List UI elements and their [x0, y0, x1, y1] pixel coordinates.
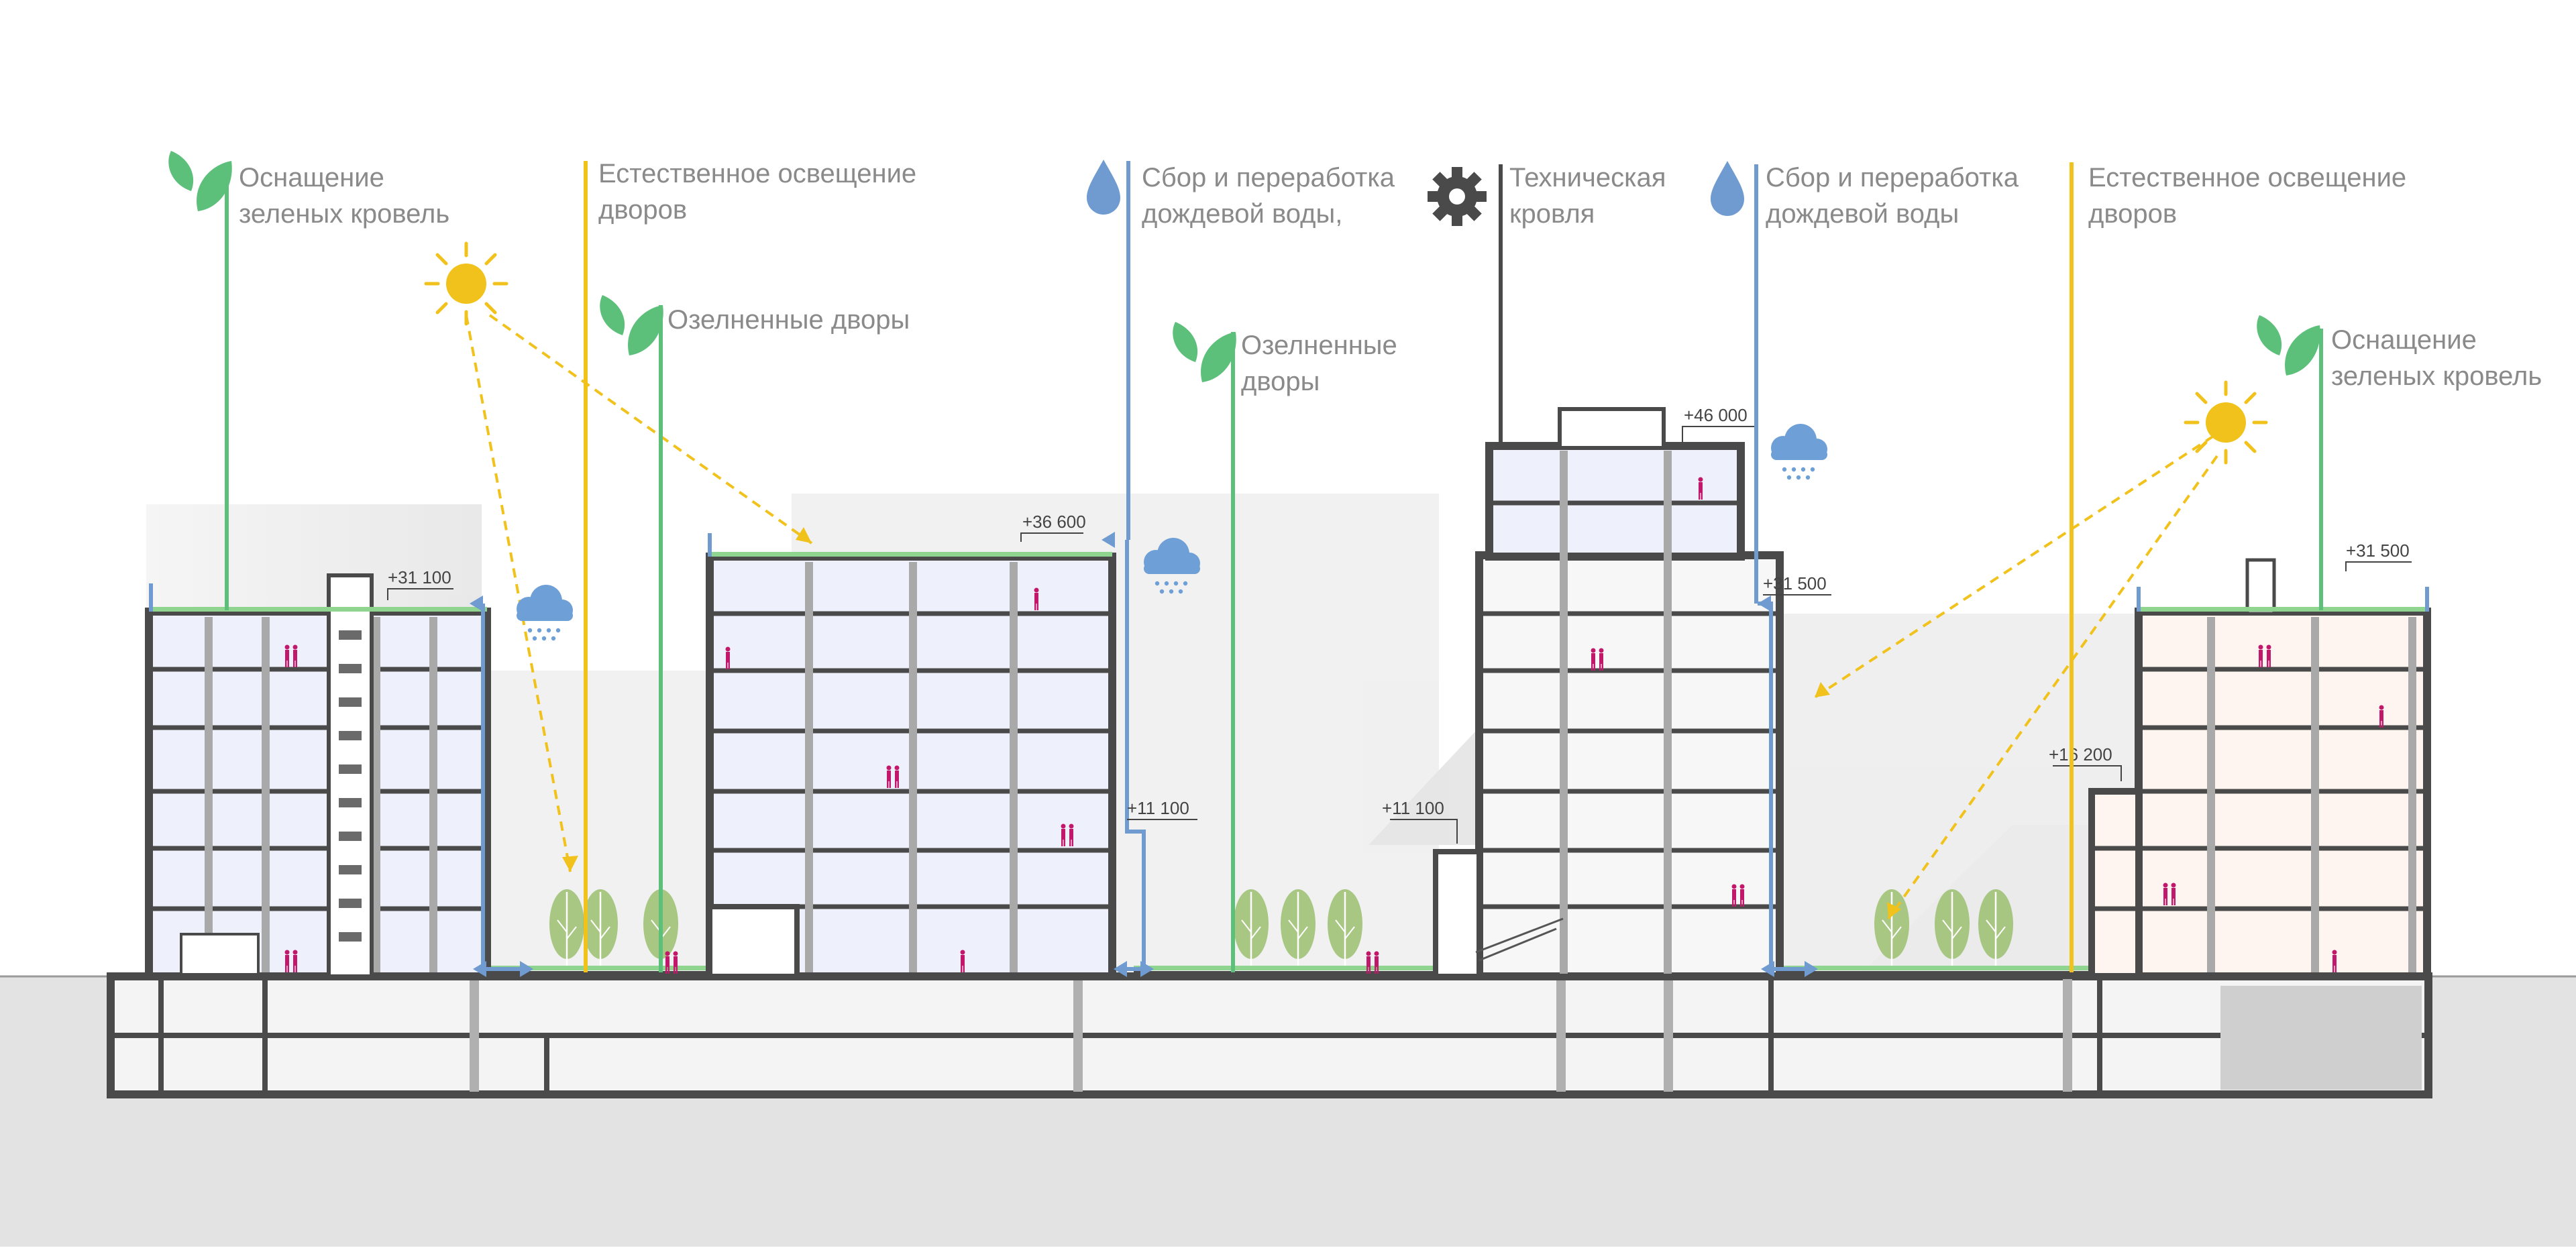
section-diagram: +31 100 +36 600 +11 100 +11 100 +46 000 …	[0, 0, 2576, 1247]
label-green-yards-mid: Озелненные дворы	[1241, 331, 1397, 396]
label-green-yards-left: Озелненные дворы	[667, 305, 910, 335]
building-right	[2088, 558, 2431, 980]
label-technical-roof: Техническая кровля	[1509, 163, 1666, 229]
elevation-label: +36 600	[1022, 512, 1086, 532]
elevation-label: +46 000	[1684, 405, 1748, 425]
leaf-icon	[168, 151, 232, 211]
sun-icon	[426, 243, 506, 324]
rain-cloud-icon	[1771, 424, 1827, 480]
gear-icon	[1428, 167, 1487, 226]
label-green-roofs-right: Оснащение зеленых кровель	[2331, 325, 2542, 391]
building-tower	[1433, 407, 1784, 980]
water-drop-icon	[1087, 160, 1120, 215]
leaf-icon	[1173, 322, 1236, 382]
elevation-label: +11 100	[1127, 798, 1189, 818]
building-left	[145, 573, 491, 980]
label-green-roofs-left: Оснащение зеленых кровель	[239, 163, 450, 229]
sun-icon	[2186, 382, 2266, 463]
label-natural-light-right: Естественное освещение дворов	[2088, 163, 2407, 229]
water-drop-icon	[1711, 161, 1744, 216]
elevation-label: +31 500	[2346, 541, 2410, 561]
elevation-label: +16 200	[2049, 744, 2112, 764]
podium	[107, 966, 2432, 1098]
label-rainwater-right: Сбор и переработка дождевой воды	[1766, 163, 2019, 229]
elevation-label: +11 100	[1382, 798, 1444, 818]
label-rainwater-left: Сбор и переработка дождевой воды,	[1142, 163, 1395, 229]
elevation-label: +31 500	[1763, 573, 1827, 593]
leaf-icon	[600, 295, 663, 355]
leaf-icon	[2257, 315, 2320, 376]
label-natural-light-left: Естественное освещение дворов	[598, 159, 917, 225]
elevation-label: +31 100	[388, 567, 451, 587]
building-mid-left	[706, 552, 1116, 980]
